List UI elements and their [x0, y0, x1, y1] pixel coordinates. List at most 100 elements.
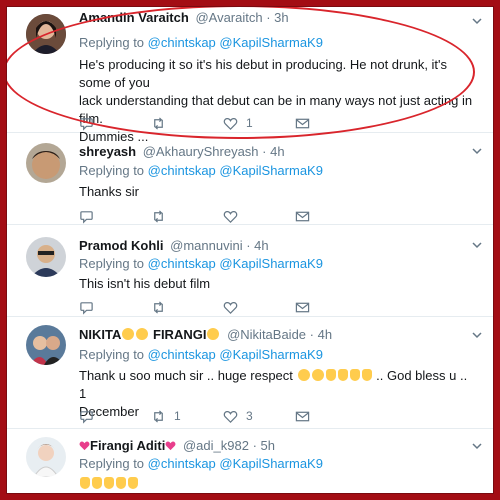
tweet-2[interactable]: shreyash @AkhauryShreyash · 4h Replying …: [7, 133, 493, 225]
like-button[interactable]: 3: [223, 409, 295, 424]
avatar[interactable]: [26, 237, 66, 277]
tweet-4[interactable]: NIKITA FIRANGI @NikitaBaide · 4h Replyin…: [7, 317, 493, 429]
clap-icon: [325, 369, 336, 381]
retweet-icon: [154, 209, 163, 223]
tweet-actions: 1 3: [79, 408, 367, 424]
message-icon: [295, 411, 310, 421]
retweet-count: 1: [174, 409, 181, 423]
mention-link[interactable]: @chintskap: [148, 456, 216, 471]
handle[interactable]: @adi_k982: [183, 438, 249, 453]
chevron-down-icon[interactable]: [471, 145, 483, 157]
emoji-icon: [136, 328, 149, 340]
tweet-3[interactable]: Pramod Kohli @mannuvini · 4h Replying to…: [7, 225, 493, 317]
chevron-down-icon[interactable]: [471, 329, 483, 341]
clap-icon: [92, 477, 102, 489]
annotation-highlight-ellipse: [7, 7, 475, 139]
like-icon: [223, 410, 238, 423]
clap-icon: [361, 369, 372, 381]
mention-link[interactable]: @chintskap: [148, 256, 216, 271]
message-icon: [295, 302, 310, 312]
like-button[interactable]: [223, 209, 295, 224]
handle[interactable]: @mannuvini: [170, 238, 242, 253]
tweet-text: Thanks sir: [79, 184, 139, 199]
mention-link[interactable]: @KapilSharmaK9: [219, 256, 323, 271]
clap-icon: [104, 477, 114, 489]
like-icon: [223, 301, 238, 314]
retweet-button[interactable]: [151, 300, 223, 315]
replying-to-label: Replying to: [79, 163, 145, 178]
reply-button[interactable]: [79, 209, 151, 224]
mention-link[interactable]: @chintskap: [148, 163, 216, 178]
display-name-text: Firangi Aditi: [90, 438, 166, 453]
tweet-header: NIKITA FIRANGI @NikitaBaide · 4h: [79, 327, 332, 342]
avatar[interactable]: [26, 325, 66, 365]
like-icon: [223, 210, 238, 223]
reply-icon: [80, 410, 93, 424]
replying-to-label: Replying to: [79, 347, 145, 362]
tweet-header: Firangi Aditi @adi_k982 · 5h: [79, 438, 275, 453]
mention-link[interactable]: @chintskap: [148, 347, 216, 362]
tweet-header: Pramod Kohli @mannuvini · 4h: [79, 238, 269, 253]
chevron-down-icon[interactable]: [471, 15, 483, 27]
replying-to: Replying to @chintskap @KapilSharmaK9: [79, 256, 323, 271]
replying-to: Replying to @chintskap @KapilSharmaK9: [79, 163, 323, 178]
handle[interactable]: @AkhauryShreyash: [143, 144, 259, 159]
reply-button[interactable]: [79, 300, 151, 315]
clap-icon: [349, 369, 360, 381]
avatar[interactable]: [26, 143, 66, 183]
timestamp[interactable]: · 4h: [310, 327, 332, 342]
mention-link[interactable]: @KapilSharmaK9: [219, 347, 323, 362]
replying-to: Replying to @chintskap @KapilSharmaK9: [79, 456, 323, 471]
mention-link[interactable]: @KapilSharmaK9: [219, 163, 323, 178]
chevron-down-icon[interactable]: [471, 440, 483, 452]
retweet-button[interactable]: 1: [151, 409, 223, 424]
emoji-icon: [297, 369, 310, 381]
heart-icon: [165, 441, 176, 451]
heart-icon: [79, 441, 90, 451]
replying-to: Replying to @chintskap @KapilSharmaK9: [79, 347, 323, 362]
clap-icon: [128, 477, 138, 489]
timestamp[interactable]: · 4h: [262, 144, 284, 159]
tweet-actions: [79, 208, 367, 224]
like-count: 3: [246, 409, 253, 423]
tweet-text: [79, 475, 474, 493]
clap-icon: [337, 369, 348, 381]
handle[interactable]: @NikitaBaide: [227, 327, 306, 342]
chevron-down-icon[interactable]: [471, 239, 483, 251]
display-name-part: NIKITA: [79, 327, 122, 342]
avatar[interactable]: [26, 437, 66, 477]
tweet-text-part: Thank u soo much sir .. huge respect: [79, 368, 293, 383]
emoji-icon: [207, 328, 220, 340]
mention-link[interactable]: @KapilSharmaK9: [219, 456, 323, 471]
display-name[interactable]: NIKITA FIRANGI: [79, 327, 220, 342]
display-name-part: FIRANGI: [153, 327, 207, 342]
tweet-1[interactable]: Amandin Varaitch @Avaraitch · 3h Replyin…: [7, 7, 493, 144]
replying-to-label: Replying to: [79, 256, 145, 271]
like-button[interactable]: [223, 300, 295, 315]
emoji-icon: [311, 369, 324, 381]
reply-icon: [80, 301, 93, 315]
message-button[interactable]: [295, 209, 367, 224]
tweet-5[interactable]: Firangi Aditi @adi_k982 · 5h Replying to…: [7, 429, 493, 493]
message-button[interactable]: [295, 300, 367, 315]
clap-icon: [80, 477, 90, 489]
tweet-text: This isn't his debut film: [79, 276, 211, 291]
tweet-header: shreyash @AkhauryShreyash · 4h: [79, 144, 285, 159]
retweet-icon: [154, 409, 163, 423]
reply-button[interactable]: [79, 409, 151, 424]
display-name[interactable]: Pramod Kohli: [79, 238, 164, 253]
replying-to-label: Replying to: [79, 456, 145, 471]
retweet-icon: [154, 300, 163, 314]
clap-icon: [116, 477, 126, 489]
reply-icon: [80, 210, 93, 224]
retweet-button[interactable]: [151, 209, 223, 224]
timestamp[interactable]: · 4h: [246, 238, 268, 253]
tweet-thread: Amandin Varaitch @Avaraitch · 3h Replyin…: [6, 6, 494, 494]
tweet-actions: [79, 299, 367, 315]
message-icon: [295, 211, 310, 221]
display-name[interactable]: shreyash: [79, 144, 136, 159]
display-name[interactable]: Firangi Aditi: [79, 438, 176, 453]
message-button[interactable]: [295, 409, 367, 424]
emoji-icon: [122, 328, 135, 340]
timestamp[interactable]: · 5h: [253, 438, 275, 453]
